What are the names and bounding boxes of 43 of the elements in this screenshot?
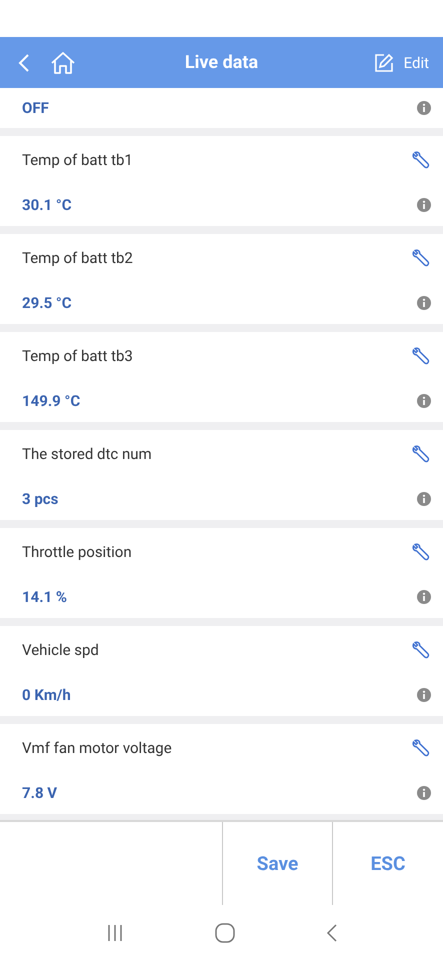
parameter-name: The stored dtc num: [22, 445, 152, 463]
back-button[interactable]: [18, 52, 30, 72]
edit-button[interactable]: Edit: [374, 52, 429, 72]
home-nav-button[interactable]: [214, 922, 234, 942]
parameter-value: 14.1 %: [22, 588, 67, 606]
parameter-value: 149.9 °C: [22, 392, 80, 410]
parameter-value: 0 Km/h: [22, 686, 71, 704]
home-icon: [50, 50, 76, 74]
home-button[interactable]: [50, 50, 76, 74]
parameter-name: Vmf fan motor voltage: [22, 739, 172, 757]
info-icon[interactable]: [417, 198, 431, 212]
recents-icon: [106, 924, 124, 942]
parameter-name: Temp of batt tb1: [22, 151, 133, 169]
edit-icon: [374, 52, 394, 72]
info-icon[interactable]: [417, 296, 431, 310]
parameter-value: 30.1 °C: [22, 196, 72, 214]
info-icon[interactable]: [417, 688, 431, 702]
back-nav-icon: [326, 922, 338, 942]
back-nav-button[interactable]: [326, 922, 338, 942]
wrench-icon[interactable]: [411, 738, 431, 758]
parameter-value: 7.8 V: [22, 784, 58, 802]
wrench-icon[interactable]: [411, 248, 431, 268]
parameter-name: Temp of batt tb3: [22, 347, 133, 365]
recents-button[interactable]: [106, 924, 124, 942]
info-icon[interactable]: [417, 492, 431, 506]
parameter-value: 3 pcs: [22, 490, 58, 508]
info-icon[interactable]: [417, 590, 431, 604]
parameter-name: Vehicle spd: [22, 641, 99, 659]
parameter-name: Temp of batt tb2: [22, 249, 133, 267]
info-icon[interactable]: [417, 394, 431, 408]
info-icon[interactable]: [417, 786, 431, 800]
wrench-icon[interactable]: [411, 346, 431, 366]
wrench-icon[interactable]: [411, 640, 431, 660]
wrench-icon[interactable]: [411, 542, 431, 562]
home-nav-icon: [214, 922, 234, 942]
parameter-value: OFF: [22, 99, 49, 117]
page-title: Live data: [184, 52, 258, 73]
info-icon[interactable]: [417, 101, 431, 115]
wrench-icon[interactable]: [411, 444, 431, 464]
back-icon: [18, 52, 30, 72]
parameter-name: Throttle position: [22, 543, 132, 561]
wrench-icon[interactable]: [411, 150, 431, 170]
parameter-value: 29.5 °C: [22, 294, 72, 312]
